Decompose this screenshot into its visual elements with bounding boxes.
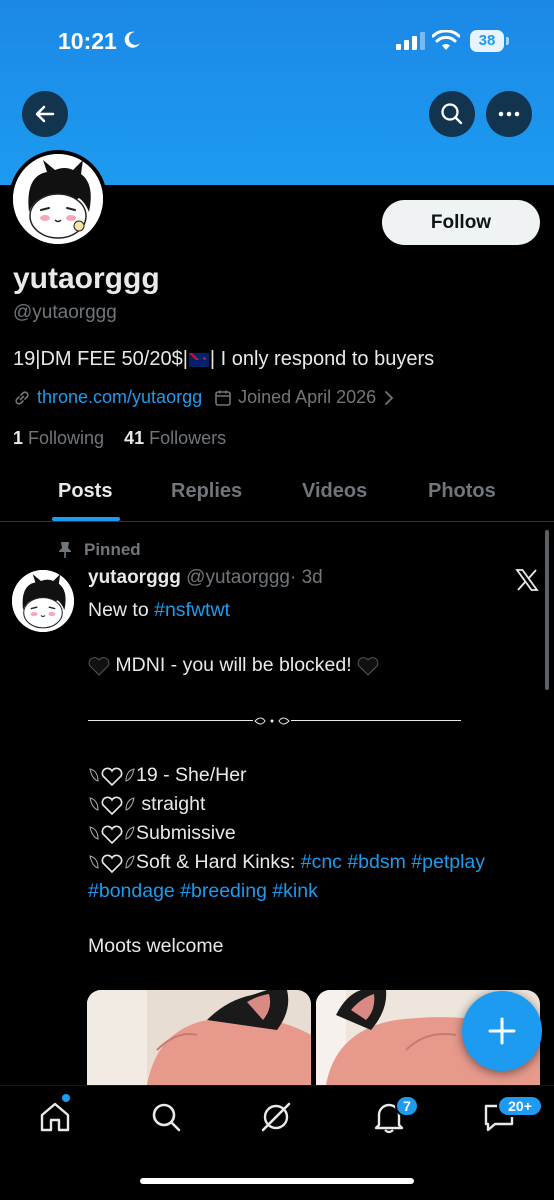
home-indicator [140,1178,414,1184]
more-horizontal-icon [498,111,520,117]
messages-badge: 20+ [497,1095,543,1117]
winged-heart-icon [89,767,135,786]
post-list-item: Submissive [88,819,538,848]
wifi-icon [432,30,460,50]
link-icon [15,390,29,405]
home-icon[interactable] [38,1100,72,1134]
followers-count: 41 [124,428,145,448]
post-line-intro: New to #nsfwtwt [88,596,538,625]
hashtag-link[interactable]: #nsfwtwt [154,599,230,621]
winged-heart-icon [89,825,135,844]
tab-posts[interactable]: Posts [58,480,112,503]
black-heart-icon [88,656,110,676]
bio-text-start: 19|DM FEE 50/20$| [13,348,188,370]
avatar-illustration [12,570,74,632]
following-count: 1 [13,428,24,448]
joined-date: Joined April 2026 [238,387,377,407]
winged-heart-icon [89,796,135,815]
post-author-avatar[interactable] [12,570,74,632]
post-timestamp: · 3d [289,567,323,588]
search-icon [441,103,463,125]
status-bar: 10:21 38 [0,0,554,84]
tab-videos[interactable]: Videos [302,480,367,503]
profile-bio: 19|DM FEE 50/20$| | I only respond to bu… [13,348,434,371]
cellular-signal-icon [396,32,425,50]
grok-icon[interactable] [259,1100,293,1134]
post-intro-text: New to [88,599,155,621]
bio-text-end: | I only respond to buyers [209,348,435,370]
post-hashtag-line: #bondage #breeding #kink [88,877,538,906]
pin-icon [59,542,71,558]
follow-counts: 1 Following 41 Followers [13,428,226,449]
plus-icon [488,1017,516,1045]
notifications-badge: 7 [395,1095,419,1117]
back-button[interactable] [22,91,68,137]
battery-icon: 38 [470,30,510,52]
post-list-item: Soft & Hard Kinks: #cnc #bdsm #petplay [88,848,538,877]
hashtag-links[interactable]: #cnc #bdsm #petplay [301,848,485,877]
ornament-icon [254,717,290,724]
photo-thumbnail [87,990,311,1085]
list-item-text: Soft & Hard Kinks: [136,851,301,873]
battery-level: 38 [478,32,496,49]
arrow-left-icon [35,105,55,123]
home-notification-dot [62,1094,70,1102]
profile-handle: @yutaorggg [13,302,117,323]
ornamental-divider [88,706,538,735]
list-item-text: Submissive [136,822,236,844]
pinned-text: Pinned [84,540,141,559]
post-header: yutaorggg @yutaorggg· 3d [88,567,323,589]
follow-button[interactable]: Follow [382,200,540,245]
hashtag-links[interactable]: #bondage #breeding #kink [88,880,318,902]
active-tab-indicator [52,517,120,521]
followers-link[interactable]: 41 Followers [124,428,226,448]
new-zealand-flag-icon [188,352,209,367]
list-item-text: 19 - She/Her [136,764,247,786]
post-media-image[interactable] [87,990,311,1085]
post-body: New to #nsfwtwt MDNI - you will be block… [88,596,538,961]
black-heart-icon [357,656,379,676]
search-button[interactable] [429,91,475,137]
display-name: yutaorggg [13,262,160,295]
calendar-icon [215,390,231,406]
chevron-right-icon[interactable] [384,390,394,406]
list-item-text: straight [136,793,206,815]
post-author-handle: @yutaorggg [186,567,290,588]
tab-photos[interactable]: Photos [428,480,496,503]
post-list-item: straight [88,790,538,819]
winged-heart-icon [89,854,135,873]
avatar-illustration [13,154,103,244]
compose-post-button[interactable] [462,991,542,1071]
moots-text: Moots welcome [88,935,224,957]
post-line-moots: Moots welcome [88,932,538,961]
pinned-label: Pinned [58,540,141,560]
more-button[interactable] [486,91,532,137]
following-label: Following [28,428,105,448]
moon-icon [124,31,140,48]
profile-avatar[interactable] [9,150,107,248]
profile-tabs: Posts Replies Videos Photos [0,462,554,522]
profile-link[interactable]: throne.com/yutaorgg [37,387,202,408]
followers-label: Followers [149,428,227,448]
post-list-item: 19 - She/Her [88,761,538,790]
mdni-text: MDNI - you will be blocked! [110,654,358,676]
scrollbar[interactable] [545,530,549,690]
following-link[interactable]: 1 Following [13,428,104,448]
x-logo-icon[interactable] [515,568,539,592]
post-author-name[interactable]: yutaorggg [88,567,181,588]
post-line-mdni: MDNI - you will be blocked! [88,651,538,680]
search-icon[interactable] [149,1100,183,1134]
tab-replies[interactable]: Replies [171,480,242,503]
status-time: 10:21 [58,28,117,54]
profile-meta: throne.com/yutaorgg Joined April 2026 [13,387,394,408]
